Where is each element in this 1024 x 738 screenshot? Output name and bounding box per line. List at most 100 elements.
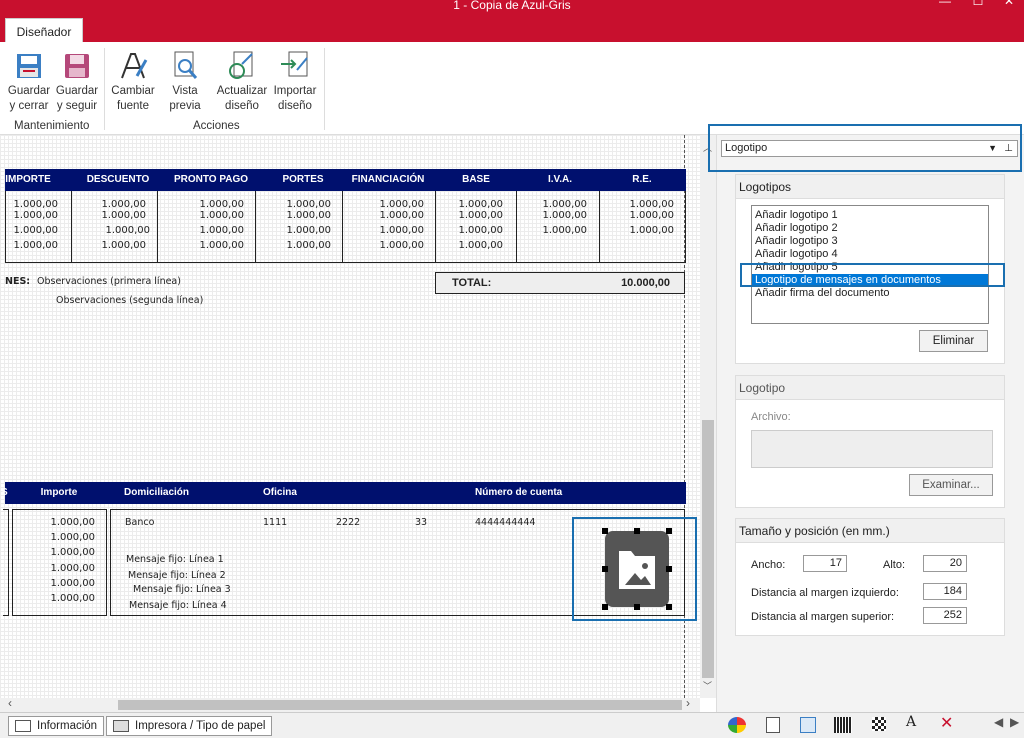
tabs-right-icon[interactable]: ▶ (1010, 715, 1019, 729)
list-item[interactable]: Añadir firma del documento (752, 287, 988, 300)
margin-top-input[interactable]: 252 (923, 607, 967, 624)
change-font-button[interactable]: Cambiar fuente (110, 50, 156, 114)
cell-pronto-pago: 1.000,00 (199, 199, 244, 210)
vertical-scroll-thumb[interactable] (702, 420, 714, 678)
alto-label: Alto: (883, 559, 906, 571)
barcode-icon[interactable] (834, 717, 852, 733)
eliminar-button[interactable]: Eliminar (919, 330, 988, 352)
header-pronto-pago: PRONTO PAGO (173, 174, 249, 185)
payment-cut-off-cell (3, 509, 9, 616)
tab-informacion[interactable]: Información (8, 716, 104, 736)
close-button[interactable]: ✕ (994, 0, 1024, 10)
refresh-design-button[interactable]: Actualizar diseño (216, 50, 268, 114)
save-close-icon (17, 54, 41, 78)
pin-icon[interactable]: ⊥ (1004, 141, 1013, 156)
totals-table-body: 1.000,00 1.000,00 1.000,00 1.000,00 1.00… (5, 191, 686, 263)
window-title: 1 - Copia de Azul-Gris (453, 0, 571, 12)
margin-left-input[interactable]: 184 (923, 583, 967, 600)
scroll-left-icon[interactable]: ‹ (8, 696, 12, 710)
cell-descuento: 1.000,00 (105, 225, 150, 236)
total-box[interactable]: TOTAL: 10.000,00 (435, 272, 685, 294)
tab-informacion-label: Información (37, 720, 98, 732)
list-item[interactable]: Añadir logotipo 3 (752, 235, 988, 248)
list-item[interactable]: Añadir logotipo 5 (752, 261, 988, 274)
cell-base: 1.000,00 (458, 199, 503, 210)
header-domiciliacion: Domiciliación (124, 487, 190, 498)
tab-impresora[interactable]: Impresora / Tipo de papel (106, 716, 272, 736)
cell-financiacion: 1.000,00 (379, 199, 424, 210)
save-close-label-2: y cerrar (9, 100, 49, 112)
import-design-button[interactable]: Importar diseño (271, 50, 319, 114)
observations-line-1[interactable]: Observaciones (primera línea) (37, 276, 181, 287)
margin-top-label: Distancia al margen superior: (751, 611, 895, 623)
totals-table-header: IMPORTE DESCUENTO PRONTO PAGO PORTES FIN… (5, 169, 686, 191)
resize-handle[interactable] (666, 566, 672, 572)
ancho-input[interactable]: 17 (803, 555, 847, 572)
group-separator (324, 48, 325, 130)
alto-input[interactable]: 20 (923, 555, 967, 572)
scroll-right-icon[interactable]: › (686, 696, 690, 710)
resize-handle[interactable] (666, 604, 672, 610)
color-palette-icon[interactable] (728, 717, 746, 733)
resize-handle[interactable] (666, 528, 672, 534)
horizontal-scroll-thumb[interactable] (118, 700, 682, 710)
save-close-button[interactable]: Guardar y cerrar (6, 50, 52, 114)
cell-descuento: 1.000,00 (101, 199, 146, 210)
payment-importe-cell: 1.000,00 1.000,00 1.000,00 1.000,00 1.00… (12, 509, 107, 616)
refresh-design-label-2: diseño (225, 100, 259, 112)
cell-importe: 1.000,00 (13, 210, 58, 221)
payment-control: 33 (415, 517, 428, 528)
list-item[interactable]: Añadir logotipo 2 (752, 222, 988, 235)
cell-re: 1.000,00 (629, 199, 674, 210)
document-icon[interactable] (766, 717, 780, 733)
resize-handle[interactable] (602, 566, 608, 572)
payment-importe-value: 1.000,00 (50, 517, 95, 528)
list-item[interactable]: Añadir logotipo 1 (752, 209, 988, 222)
table-icon[interactable] (800, 717, 816, 733)
mensaje-fijo-line[interactable]: Mensaje fijo: Línea 1 (126, 554, 224, 565)
resize-handle[interactable] (634, 528, 640, 534)
resize-handle[interactable] (634, 604, 640, 610)
logo-placeholder[interactable] (605, 531, 669, 607)
mensaje-fijo-line[interactable]: Mensaje fijo: Línea 4 (129, 600, 227, 611)
margin-left-label: Distancia al margen izquierdo: (751, 587, 899, 599)
design-canvas[interactable]: IMPORTE DESCUENTO PRONTO PAGO PORTES FIN… (0, 135, 700, 698)
column-divider (342, 191, 343, 262)
logotipos-listbox[interactable]: Añadir logotipo 1 Añadir logotipo 2 Añad… (751, 205, 989, 324)
chevron-down-icon[interactable]: ▼ (988, 141, 997, 156)
maximize-button[interactable]: ☐ (963, 0, 993, 10)
mensaje-fijo-line[interactable]: Mensaje fijo: Línea 2 (128, 570, 226, 581)
payment-oficina: 1111 (263, 517, 288, 528)
delete-element-icon[interactable]: ✕ (940, 713, 953, 733)
text-icon[interactable]: A (906, 714, 916, 730)
preview-button[interactable]: Vista previa (162, 50, 208, 114)
size-position-title: Tamaño y posición (en mm.) (736, 519, 1004, 543)
cell-importe: 1.000,00 (13, 240, 58, 251)
resize-handle[interactable] (602, 528, 608, 534)
observations-label: NES: (5, 276, 31, 287)
save-continue-button[interactable]: Guardar y seguir (54, 50, 100, 114)
mensaje-fijo-line[interactable]: Mensaje fijo: Línea 3 (133, 584, 231, 595)
list-item-selected[interactable]: Logotipo de mensajes en documentos (752, 274, 988, 287)
list-item[interactable]: Añadir logotipo 4 (752, 248, 988, 261)
tabs-left-icon[interactable]: ◀ (994, 715, 1003, 729)
tab-disenador[interactable]: Diseñador (5, 18, 83, 44)
observations-line-2[interactable]: Observaciones (segunda línea) (56, 295, 203, 306)
import-design-label-2: diseño (278, 100, 312, 112)
column-divider (71, 191, 72, 262)
cell-portes: 1.000,00 (286, 240, 331, 251)
examinar-button[interactable]: Examinar... (909, 474, 993, 496)
scroll-up-icon[interactable]: ︿ (703, 141, 712, 154)
column-divider (599, 191, 600, 262)
total-label: TOTAL: (452, 277, 492, 289)
element-selector-value: Logotipo (725, 142, 768, 154)
qr-code-icon[interactable] (872, 717, 886, 731)
cell-pronto-pago: 1.000,00 (199, 225, 244, 236)
info-icon (15, 720, 31, 732)
minimize-button[interactable]: — (930, 0, 960, 10)
element-selector-combo[interactable]: Logotipo ▼ ⊥ (721, 140, 1018, 157)
import-design-label-1: Importar (273, 85, 317, 97)
save-continue-icon (65, 54, 89, 78)
resize-handle[interactable] (602, 604, 608, 610)
scroll-down-icon[interactable]: ﹀ (703, 679, 712, 692)
